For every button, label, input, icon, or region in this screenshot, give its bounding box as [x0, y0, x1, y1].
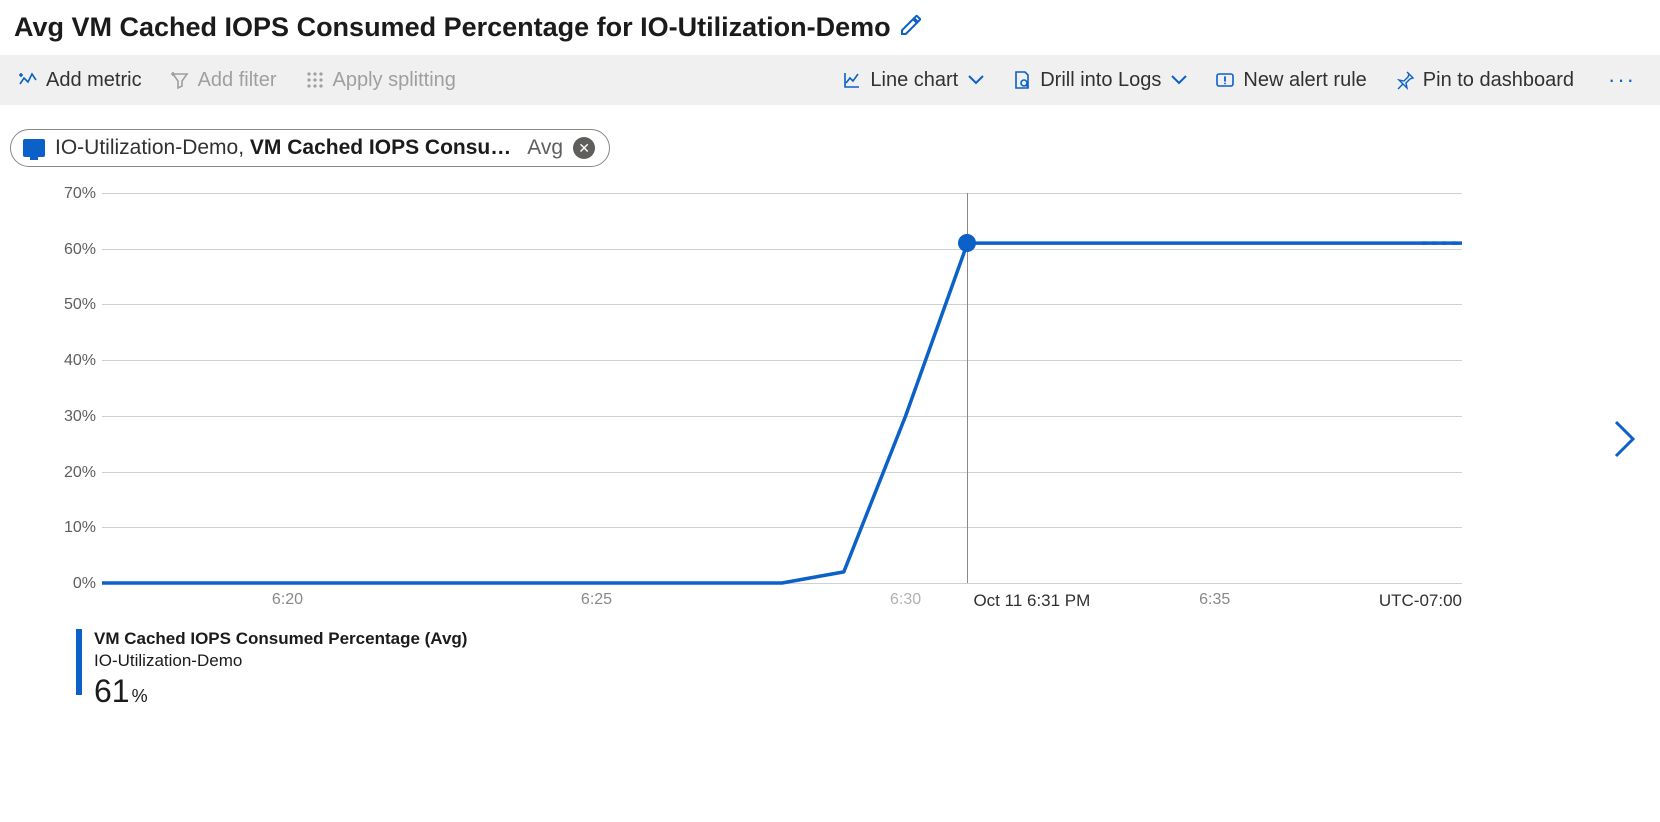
add-metric-icon	[18, 70, 38, 90]
pin-to-dashboard-button[interactable]: Pin to dashboard	[1395, 69, 1574, 92]
legend-value: 61	[94, 673, 130, 710]
y-tick: 30%	[52, 408, 96, 426]
add-metric-button[interactable]: Add metric	[18, 69, 142, 92]
filter-icon	[170, 70, 190, 90]
plot-area[interactable]: 70% 60% 50% 40% 30% 20% 10% 0% 6:20 6:25…	[102, 193, 1462, 583]
page-title: Avg VM Cached IOPS Consumed Percentage f…	[14, 12, 891, 43]
y-tick: 10%	[52, 519, 96, 537]
legend-color-bar	[76, 629, 82, 695]
apply-splitting-button: Apply splitting	[305, 69, 456, 92]
cursor-timestamp: Oct 11 6:31 PM	[973, 591, 1090, 611]
y-tick: 20%	[52, 464, 96, 482]
pin-dashboard-label: Pin to dashboard	[1423, 69, 1574, 92]
y-tick: 40%	[52, 352, 96, 370]
drill-into-logs-button[interactable]: Drill into Logs	[1012, 69, 1187, 92]
apply-splitting-label: Apply splitting	[333, 69, 456, 92]
add-metric-label: Add metric	[46, 69, 142, 92]
split-icon	[305, 70, 325, 90]
legend-resource: IO-Utilization-Demo	[94, 651, 467, 671]
line-chart-icon	[842, 70, 862, 90]
data-point-marker	[958, 234, 976, 252]
x-tick: 6:20	[272, 591, 303, 609]
drill-logs-label: Drill into Logs	[1040, 69, 1161, 92]
chart-type-label: Line chart	[870, 69, 958, 92]
metric-chip-row: IO-Utilization-Demo, VM Cached IOPS Cons…	[0, 105, 1660, 175]
legend-unit: %	[132, 686, 148, 707]
legend-series-name: VM Cached IOPS Consumed Percentage (Avg)	[94, 629, 467, 649]
x-tick: 6:35	[1199, 591, 1230, 609]
timezone-label: UTC-07:00	[1379, 591, 1462, 611]
y-tick: 70%	[52, 185, 96, 203]
chip-aggregation: Avg	[527, 136, 563, 160]
pin-icon	[1395, 70, 1415, 90]
new-alert-rule-button[interactable]: New alert rule	[1215, 69, 1366, 92]
chip-metric: VM Cached IOPS Consu…	[250, 136, 511, 159]
line-chart[interactable]: 70% 60% 50% 40% 30% 20% 10% 0% 6:20 6:25…	[30, 193, 1520, 623]
chart-toolbar: Add metric Add filter Apply splitting Li…	[0, 55, 1660, 105]
data-series	[102, 193, 1462, 583]
logs-icon	[1012, 70, 1032, 90]
add-filter-button: Add filter	[170, 69, 277, 92]
chevron-down-icon	[1171, 72, 1187, 88]
y-tick: 50%	[52, 296, 96, 314]
add-filter-label: Add filter	[198, 69, 277, 92]
chart-header: Avg VM Cached IOPS Consumed Percentage f…	[0, 0, 1660, 55]
vm-icon	[23, 139, 45, 157]
y-tick: 60%	[52, 241, 96, 259]
x-tick: 6:25	[581, 591, 612, 609]
chart-type-dropdown[interactable]: Line chart	[842, 69, 984, 92]
chevron-down-icon	[968, 72, 984, 88]
y-tick: 0%	[52, 575, 96, 593]
more-actions-button[interactable]: ···	[1602, 67, 1642, 93]
next-chart-button[interactable]	[1614, 420, 1636, 463]
new-alert-label: New alert rule	[1243, 69, 1366, 92]
chart-legend: VM Cached IOPS Consumed Percentage (Avg)…	[30, 623, 1570, 710]
chip-resource: IO-Utilization-Demo,	[55, 136, 250, 159]
chart-container: 70% 60% 50% 40% 30% 20% 10% 0% 6:20 6:25…	[0, 175, 1660, 720]
remove-metric-icon[interactable]: ✕	[573, 137, 595, 159]
alert-icon	[1215, 70, 1235, 90]
metric-chip[interactable]: IO-Utilization-Demo, VM Cached IOPS Cons…	[10, 129, 610, 167]
x-tick: 6:30	[890, 591, 921, 609]
edit-title-icon[interactable]	[899, 13, 923, 42]
